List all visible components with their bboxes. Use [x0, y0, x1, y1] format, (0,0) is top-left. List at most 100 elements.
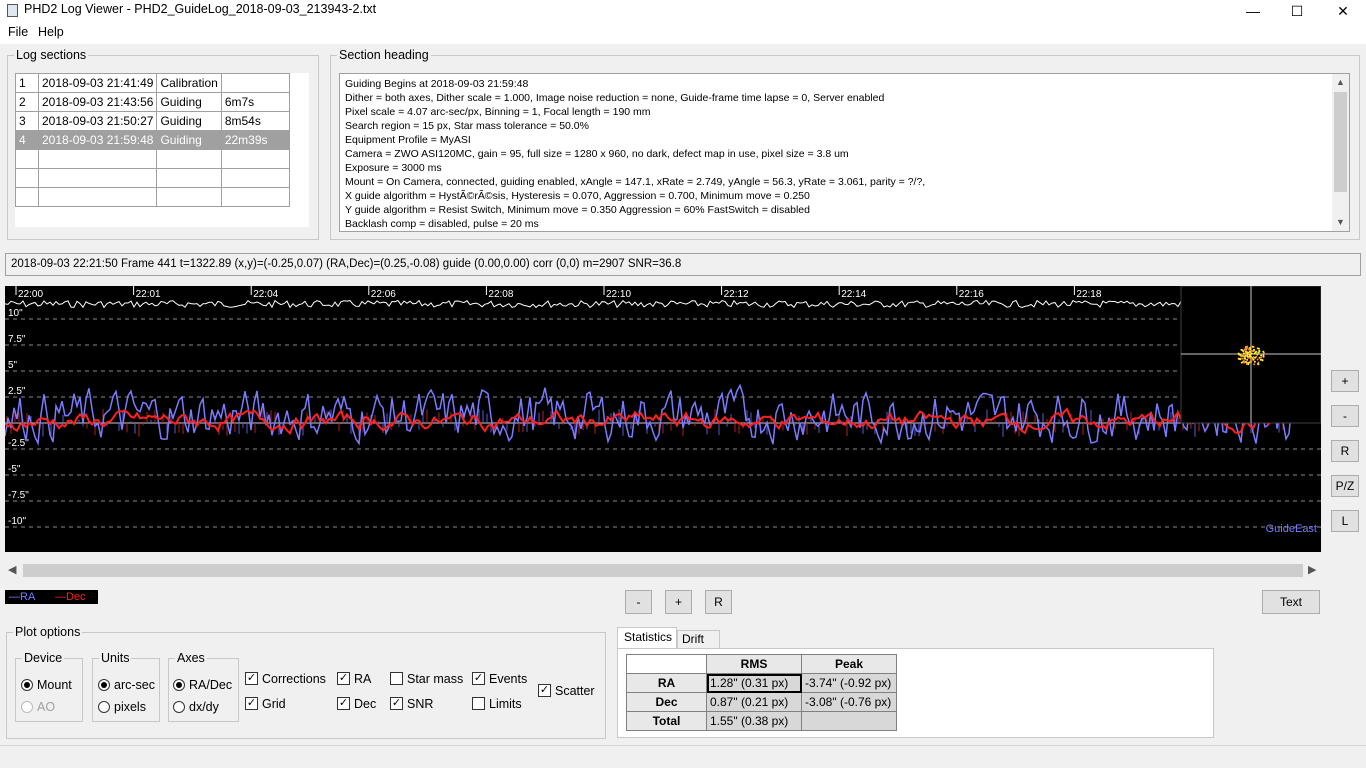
y-tick-label: 2.5": [8, 386, 26, 397]
text-button[interactable]: Text: [1262, 590, 1320, 614]
stats-row-label: Dec: [626, 692, 707, 712]
scroll-thumb[interactable]: [23, 564, 1303, 577]
scroll-up-icon[interactable]: ▲: [1336, 77, 1345, 87]
dec-checkbox[interactable]: ✓ Dec: [337, 696, 376, 711]
scatter-checkbox[interactable]: ✓ Scatter: [538, 683, 595, 698]
scatter-point: [1246, 351, 1249, 354]
x-tick-label: 22:06: [371, 289, 396, 300]
graph-scrollbar[interactable]: ◀ ▶: [5, 562, 1321, 579]
section-num: 3: [15, 111, 39, 131]
stats-dec-peak[interactable]: -3.08" (-0.76 px): [801, 692, 897, 712]
section-row-selected[interactable]: 4 2018-09-03 21:59:48 Guiding 22m39s: [15, 130, 291, 150]
section-duration: 8m54s: [220, 111, 291, 131]
stats-row-label: RA: [626, 673, 707, 693]
stats-ra-rms[interactable]: 1.28" (0.31 px): [706, 673, 802, 693]
scroll-down-icon[interactable]: ▼: [1336, 217, 1345, 227]
scroll-thumb[interactable]: [1334, 92, 1347, 192]
scroll-right-icon[interactable]: ▶: [1308, 563, 1316, 576]
scroll-left-icon[interactable]: ◀: [8, 563, 16, 576]
close-button[interactable]: ✕: [1320, 0, 1366, 22]
scatter-point: [1246, 355, 1249, 358]
grid-checkbox[interactable]: ✓ Grid: [245, 696, 286, 711]
stats-dec-rms[interactable]: 0.87" (0.21 px): [706, 692, 802, 712]
log-sections-list[interactable]: 1 2018-09-03 21:41:49 Calibration 2 2018-09…: [15, 73, 309, 227]
corrections-checkbox[interactable]: ✓ Corrections: [245, 671, 326, 686]
units-arcsec-radio[interactable]: arc-sec: [98, 677, 155, 692]
scatter-point: [1262, 354, 1265, 357]
graph-reset-button[interactable]: R: [705, 590, 732, 614]
radio-checked-icon: [21, 678, 33, 691]
section-num: 2: [15, 92, 39, 112]
section-heading-text[interactable]: Guiding Begins at 2018-09-03 21:59:48 Di…: [339, 73, 1350, 232]
checkbox-checked-icon: ✓: [245, 672, 258, 686]
scatter-point: [1246, 345, 1249, 348]
radio-disabled-icon: [21, 700, 33, 713]
checkbox-checked-icon: ✓: [337, 672, 350, 686]
guide-graph[interactable]: 10" 7.5" 5" 2.5" -2.5" -5" -7.5" -10" 22:00 22:01…: [5, 286, 1321, 552]
units-title: Units: [101, 651, 130, 665]
section-time: 2018-09-03 21:43:56: [37, 92, 158, 112]
scatter-point: [1251, 345, 1254, 348]
guide-graph-svg: 10"7.5"5"2.5"-2.5"-5"-7.5"-10"22:00 22:01…: [5, 286, 1321, 535]
scatter-point: [1253, 360, 1256, 363]
axes-dxdy-radio[interactable]: dx/dy: [173, 699, 219, 714]
checkbox-unchecked-icon: [472, 697, 485, 711]
events-checkbox[interactable]: ✓ Events: [472, 671, 527, 686]
section-row[interactable]: 1 2018-09-03 21:41:49 Calibration: [15, 73, 291, 93]
scatter-point: [1249, 356, 1251, 359]
zoom-out-button[interactable]: -: [1331, 405, 1359, 427]
scatter-point: [1248, 355, 1251, 358]
heading-line: Mount = On Camera, connected, guiding en…: [345, 176, 926, 188]
ra-checkbox[interactable]: ✓ RA: [337, 671, 371, 686]
heading-scrollbar[interactable]: ▲ ▼: [1332, 74, 1349, 231]
tab-drift[interactable]: Drift: [677, 630, 720, 649]
reset-button[interactable]: R: [1331, 440, 1359, 462]
minimize-button[interactable]: —: [1230, 0, 1276, 22]
scatter-point: [1243, 361, 1246, 364]
dec-label: Dec: [354, 696, 377, 711]
axes-radec-radio[interactable]: RA/Dec: [173, 677, 232, 692]
section-row[interactable]: 3 2018-09-03 21:50:27 Guiding 8m54s: [15, 111, 291, 131]
section-row[interactable]: 2 2018-09-03 21:43:56 Guiding 6m7s: [15, 92, 291, 112]
heading-line: Camera = ZWO ASI120MC, gain = 95, full s…: [345, 148, 849, 160]
heading-line: Exposure = 3000 ms: [345, 162, 442, 174]
scatter-point: [1261, 359, 1264, 362]
x-tick-label: 22:00: [18, 289, 43, 300]
scatter-point: [1244, 350, 1247, 353]
scatter-point: [1241, 357, 1244, 360]
pan-zoom-button[interactable]: P/Z: [1331, 475, 1359, 497]
tab-statistics[interactable]: Statistics: [617, 627, 677, 649]
menu-help[interactable]: Help: [38, 25, 64, 39]
log-sections-title: Log sections: [16, 48, 87, 62]
heading-line: Search region = 15 px, Star mass toleran…: [345, 120, 589, 132]
graph-legend: —RA —Dec: [5, 590, 98, 604]
stats-total-peak[interactable]: [801, 711, 897, 731]
menu-file[interactable]: File: [8, 25, 28, 39]
graph-plus-button[interactable]: +: [665, 590, 692, 614]
star-mass-checkbox[interactable]: Star mass: [390, 671, 463, 686]
stats-total-rms[interactable]: 1.55" (0.38 px): [706, 711, 802, 731]
x-tick-label: 22:01: [136, 289, 161, 300]
section-time: 2018-09-03 21:50:27: [37, 111, 158, 131]
scatter-point: [1242, 352, 1245, 355]
maximize-button[interactable]: ☐: [1274, 0, 1320, 22]
scatter-point: [1245, 361, 1248, 363]
limits-checkbox[interactable]: Limits: [472, 696, 522, 711]
units-pixels-radio[interactable]: pixels: [98, 699, 146, 714]
scatter-point: [1248, 361, 1251, 364]
empty-row: [15, 149, 291, 169]
snr-checkbox[interactable]: ✓ SNR: [390, 696, 433, 711]
x-tick-label: 22:12: [724, 289, 749, 300]
l-button[interactable]: L: [1331, 510, 1359, 532]
events-label: Events: [489, 671, 528, 686]
graph-minus-button[interactable]: -: [625, 590, 652, 614]
zoom-in-button[interactable]: +: [1331, 370, 1359, 392]
x-tick-label: 22:08: [488, 289, 513, 300]
stats-ra-peak[interactable]: -3.74" (-0.92 px): [801, 673, 897, 693]
status-line: 2018-09-03 22:21:50 Frame 441 t=1322.89 …: [5, 253, 1361, 276]
scatter-point: [1248, 350, 1251, 353]
device-mount-radio[interactable]: Mount: [21, 677, 72, 692]
scatter-point: [1238, 353, 1241, 356]
window-title: PHD2 Log Viewer - PHD2_GuideLog_2018-09-…: [24, 2, 377, 16]
units-pixels-label: pixels: [114, 699, 146, 714]
